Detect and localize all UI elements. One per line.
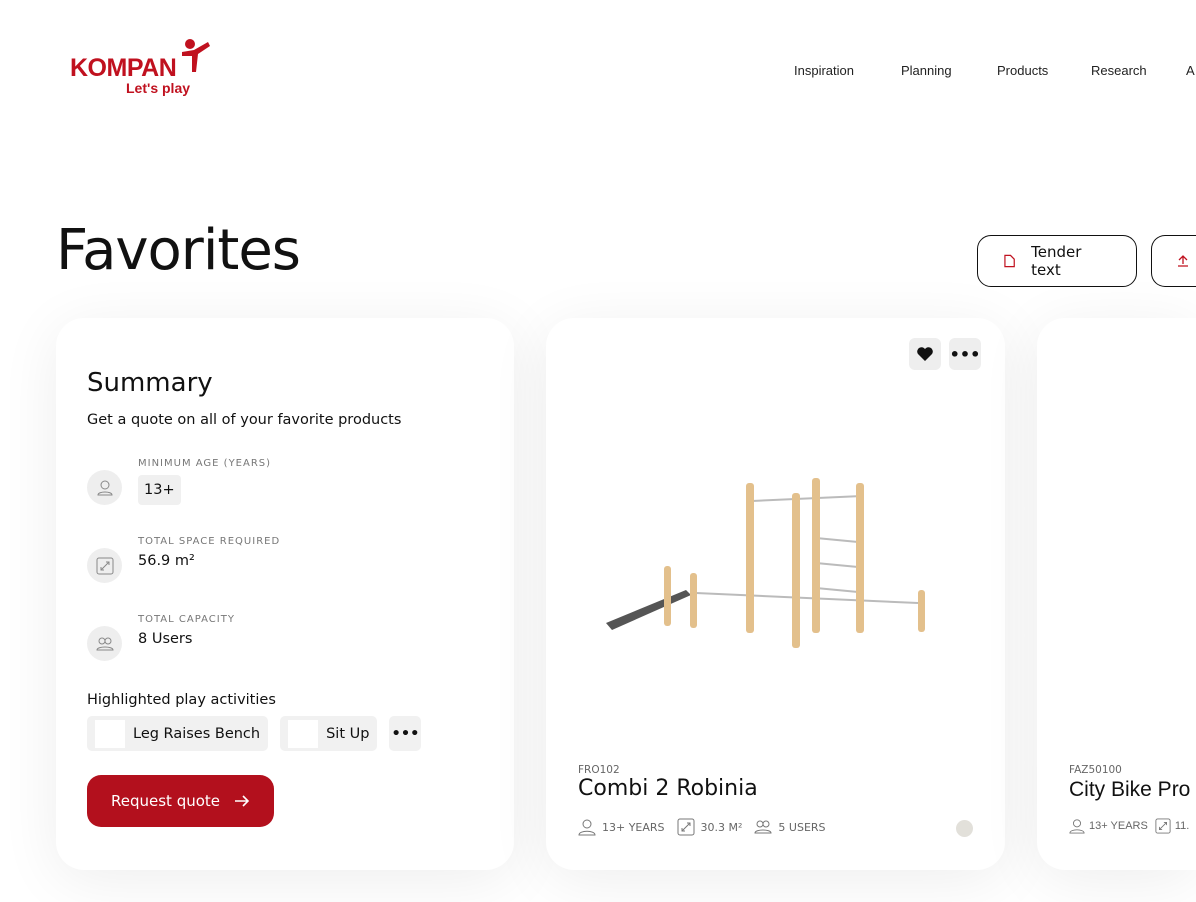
leg-raises-thumbnail <box>95 719 125 748</box>
stat-label: TOTAL CAPACITY <box>138 614 235 625</box>
stat-value: 13+ <box>138 475 181 505</box>
product-card[interactable]: ••• FRO102 Combi 2 Robinia 13+ YEARS 30.… <box>546 318 1005 870</box>
stat-label: MINIMUM AGE (YEARS) <box>138 458 272 469</box>
activity-chip-sit-up[interactable]: Sit Up <box>280 716 378 751</box>
product-space: 11. <box>1174 820 1190 832</box>
upload-icon <box>1178 255 1188 267</box>
product-name: City Bike Pro <box>1069 778 1191 801</box>
activity-chip-leg-raises[interactable]: Leg Raises Bench <box>87 716 269 751</box>
summary-subtitle: Get a quote on all of your favorite prod… <box>87 412 402 428</box>
arrow-right-icon <box>235 795 250 807</box>
users-icon <box>87 626 122 661</box>
request-quote-label: Request quote <box>111 792 221 810</box>
nav-research[interactable]: Research <box>1091 63 1147 78</box>
summary-card: Summary Get a quote on all of your favor… <box>56 318 514 870</box>
person-icon <box>578 819 596 836</box>
main-nav: Inspiration Planning Products Research A <box>0 63 1196 83</box>
activity-label: Leg Raises Bench <box>133 725 261 742</box>
activity-label: Sit Up <box>326 725 370 742</box>
product-space: 30.3 M² <box>700 820 743 834</box>
sit-up-thumbnail <box>288 719 319 748</box>
export-button[interactable] <box>1151 235 1196 287</box>
product-meta: 13+ YEARS 30.3 M² 5 USERS <box>578 818 826 836</box>
stat-total-space: TOTAL SPACE REQUIRED 56.9 m² <box>87 536 483 588</box>
heart-icon <box>917 347 933 361</box>
stat-value: 8 Users <box>138 631 193 647</box>
nav-planning[interactable]: Planning <box>901 63 952 78</box>
nav-inspiration[interactable]: Inspiration <box>794 63 854 78</box>
expand-icon <box>1155 818 1171 834</box>
more-options-button[interactable]: ••• <box>949 338 981 370</box>
stat-value: 56.9 m² <box>138 553 195 569</box>
favorite-heart-button[interactable] <box>909 338 941 370</box>
product-code: FRO102 <box>578 764 620 776</box>
expand-icon <box>677 818 695 836</box>
summary-title: Summary <box>87 368 213 398</box>
nav-products[interactable]: Products <box>997 63 1048 78</box>
product-age: 13+ YEARS <box>1089 820 1148 832</box>
product-image <box>606 478 925 648</box>
expand-icon <box>87 548 122 583</box>
more-activities-button[interactable]: ••• <box>389 716 422 751</box>
request-quote-button[interactable]: Request quote <box>87 775 275 827</box>
product-card[interactable]: FAZ50100 City Bike Pro 13+ YEARS 11. <box>1037 318 1196 870</box>
color-swatch[interactable] <box>956 820 973 837</box>
stat-min-age: MINIMUM AGE (YEARS) 13+ <box>87 458 483 510</box>
stat-total-capacity: TOTAL CAPACITY 8 Users <box>87 614 483 666</box>
product-users: 5 USERS <box>778 820 826 834</box>
document-icon <box>1004 254 1015 268</box>
nav-more[interactable]: A <box>1186 63 1195 78</box>
activity-chips: Leg Raises Bench Sit Up ••• <box>87 716 483 751</box>
product-meta: 13+ YEARS 11. <box>1069 818 1189 834</box>
product-code: FAZ50100 <box>1069 764 1122 776</box>
page-title: Favorites <box>56 218 301 283</box>
person-icon <box>1069 819 1085 834</box>
activities-label: Highlighted play activities <box>87 692 276 708</box>
tender-text-label: Tender text <box>1031 243 1082 279</box>
tender-text-button[interactable]: Tender text <box>977 235 1137 287</box>
product-age: 13+ YEARS <box>602 820 665 834</box>
person-icon <box>87 470 122 505</box>
stat-label: TOTAL SPACE REQUIRED <box>138 536 281 547</box>
users-icon <box>754 820 772 834</box>
product-name: Combi 2 Robinia <box>578 776 758 801</box>
